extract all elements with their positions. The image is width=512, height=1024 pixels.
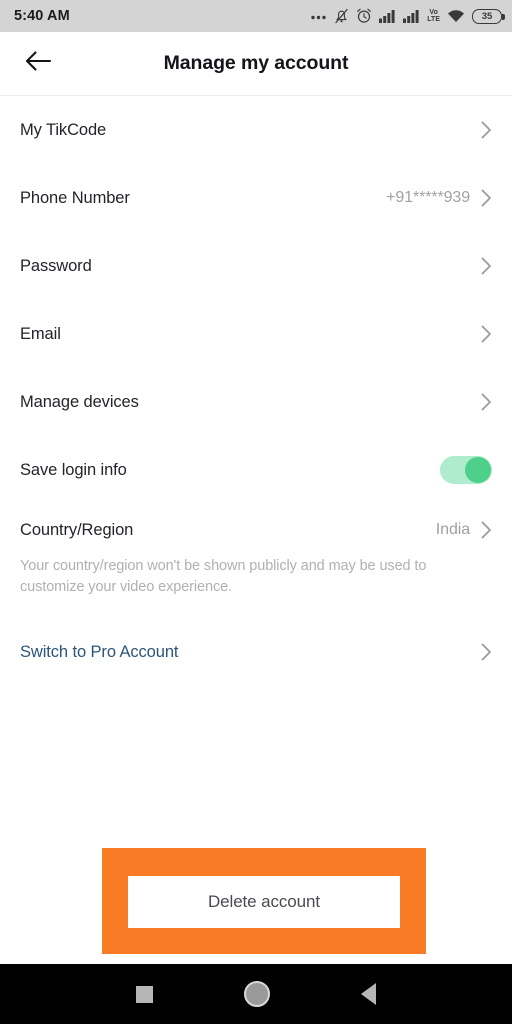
nav-back-button[interactable]	[361, 983, 377, 1005]
square-recents-icon	[135, 985, 153, 1003]
settings-row-manage-devices[interactable]: Manage devices	[20, 368, 492, 436]
row-label: My TikCode	[20, 120, 107, 139]
app-header: Manage my account	[0, 32, 512, 96]
settings-list: My TikCode Phone Number +91*****939 Pass…	[0, 96, 512, 686]
settings-row-my-tikcode[interactable]: My TikCode	[20, 96, 492, 164]
triangle-back-icon	[361, 983, 377, 1005]
arrow-left-icon	[24, 50, 52, 77]
back-button[interactable]	[20, 46, 56, 82]
chevron-right-icon	[481, 393, 492, 411]
delete-account-label: Delete account	[207, 892, 320, 911]
chevron-right-icon	[481, 257, 492, 275]
alarm-clock-icon	[356, 8, 372, 24]
battery-level: 35	[481, 10, 493, 22]
row-accessory	[481, 643, 492, 661]
battery-icon: 35	[472, 8, 505, 24]
volte-bottom: LTE	[427, 16, 440, 23]
chevron-right-icon	[481, 189, 492, 207]
volte-top: Vo	[429, 9, 438, 16]
settings-row-password[interactable]: Password	[20, 232, 492, 300]
settings-row-switch-to-pro-account[interactable]: Switch to Pro Account	[20, 618, 492, 686]
circle-home-icon	[243, 981, 270, 1007]
settings-row-phone-number[interactable]: Phone Number +91*****939	[20, 164, 492, 232]
volte-icon: Vo LTE	[427, 9, 440, 23]
row-label: Password	[20, 256, 92, 275]
more-dots-icon	[310, 11, 327, 21]
toggle-knob	[465, 457, 491, 483]
bell-muted-icon	[334, 8, 349, 24]
chevron-right-icon	[481, 521, 492, 539]
chevron-right-icon	[481, 643, 492, 661]
row-accessory	[481, 325, 492, 343]
settings-row-country-region[interactable]: Country/Region India	[20, 504, 492, 556]
row-label: Phone Number	[20, 188, 130, 207]
row-label: Manage devices	[20, 392, 139, 411]
settings-row-save-login-info[interactable]: Save login info	[20, 436, 492, 504]
chevron-right-icon	[481, 121, 492, 139]
signal-bars-icon	[403, 9, 420, 23]
status-bar: 5:40 AM Vo LTE 35	[0, 0, 512, 32]
delete-account-button[interactable]: Delete account	[128, 876, 400, 928]
page-title: Manage my account	[163, 52, 349, 74]
nav-home-button[interactable]	[243, 981, 270, 1007]
country-region-description: Your country/region won't be shown publi…	[20, 558, 427, 595]
row-accessory	[481, 393, 492, 411]
row-accessory: India	[436, 521, 492, 539]
row-label: Save login info	[20, 460, 127, 479]
save-login-info-toggle[interactable]	[440, 456, 492, 484]
row-label: Country/Region	[20, 520, 134, 539]
row-value-country: India	[435, 521, 470, 538]
row-accessory: +91*****939	[386, 189, 492, 207]
row-accessory	[481, 121, 492, 139]
row-value-phone: +91*****939	[386, 189, 470, 206]
status-bar-time: 5:40 AM	[14, 8, 70, 24]
row-label: Switch to Pro Account	[20, 642, 179, 661]
signal-bars-icon	[379, 9, 396, 23]
nav-recents-button[interactable]	[135, 985, 153, 1003]
wifi-icon	[447, 9, 465, 23]
settings-row-email[interactable]: Email	[20, 300, 492, 368]
row-accessory	[481, 257, 492, 275]
android-nav-bar	[0, 964, 512, 1024]
row-label: Email	[20, 324, 61, 343]
status-bar-icons: Vo LTE 35	[310, 8, 505, 24]
chevron-right-icon	[481, 325, 492, 343]
